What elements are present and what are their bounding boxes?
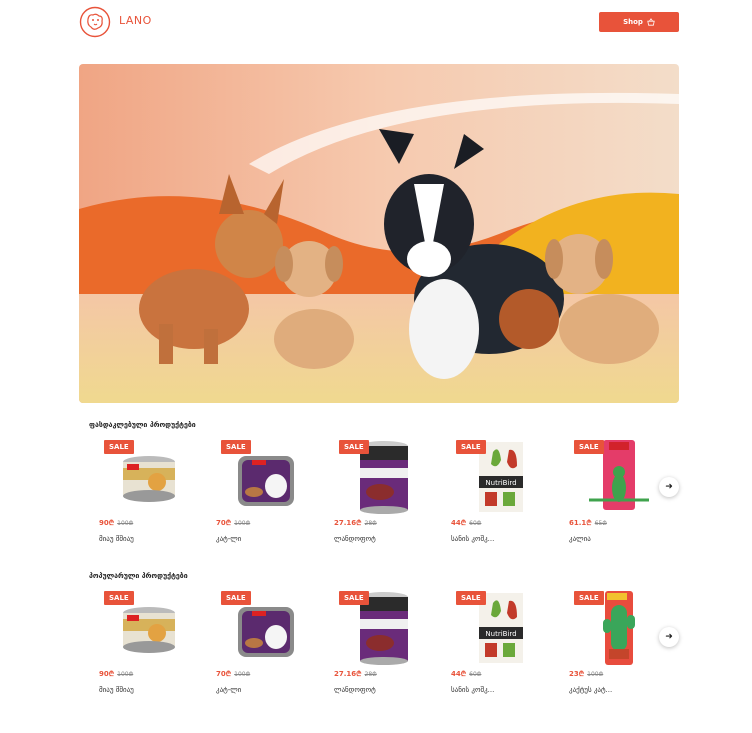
current-price: 27.16₾ xyxy=(334,519,362,527)
arrow-right-icon: ➜ xyxy=(665,632,673,642)
old-price: 65₾ xyxy=(594,520,607,527)
product-price: 61.1₾ 65₾ xyxy=(569,519,607,528)
current-price: 90₾ xyxy=(99,519,115,527)
sale-badge: SALE xyxy=(574,591,604,605)
old-price: 100₾ xyxy=(234,520,251,527)
product-card[interactable]: SALE 23₾ 100₾ კაქტუს კატ... xyxy=(569,591,669,701)
product-card[interactable]: SALE 61.1₾ 65₾ კალია xyxy=(569,440,669,550)
discounted-products-row: SALE 90₾ 100₾ მიაუ მშიაუ SALE 70₾ 100₾ კატ-ლი SA… xyxy=(0,440,752,560)
shop-button-label: Shop xyxy=(623,18,643,26)
arrow-right-icon: ➜ xyxy=(665,482,673,492)
sale-badge: SALE xyxy=(104,591,134,605)
hero-banner xyxy=(79,64,679,403)
hero-dogs-image xyxy=(79,64,679,403)
old-price: 100₾ xyxy=(587,671,604,678)
current-price: 70₾ xyxy=(216,670,232,678)
product-card[interactable]: SALE 90₾ 100₾ მიაუ მშიაუ xyxy=(99,591,199,701)
product-price: 44₾ 60₾ xyxy=(451,519,481,528)
product-price: 70₾ 100₾ xyxy=(216,519,250,528)
svg-text:NutriBird: NutriBird xyxy=(485,479,516,487)
carousel-next-button[interactable]: ➜ xyxy=(659,627,679,647)
sale-badge: SALE xyxy=(339,591,369,605)
section-title-popular: პოპულარული პროდუქტები xyxy=(89,572,188,580)
product-name[interactable]: კალია xyxy=(569,535,591,543)
current-price: 61.1₾ xyxy=(569,519,592,527)
sale-badge: SALE xyxy=(574,440,604,454)
current-price: 70₾ xyxy=(216,519,232,527)
section-title-discounted: ფასდაკლებული პროდუქტები xyxy=(89,421,196,429)
product-price: 27.16₾ 28₾ xyxy=(334,519,377,528)
product-name[interactable]: მიაუ მშიაუ xyxy=(99,686,134,694)
sale-badge: SALE xyxy=(221,591,251,605)
product-card[interactable]: SALE 27.16₾ 28₾ ლანდოფოტ xyxy=(334,440,434,550)
old-price: 28₾ xyxy=(364,520,377,527)
product-card[interactable]: SALE NutriBird 44₾ 60₾ სანის კოშკ... xyxy=(451,591,551,701)
product-name[interactable]: ლანდოფოტ xyxy=(334,686,376,694)
current-price: 44₾ xyxy=(451,670,467,678)
dog-logo-icon[interactable] xyxy=(79,6,111,38)
old-price: 100₾ xyxy=(117,520,134,527)
current-price: 90₾ xyxy=(99,670,115,678)
product-card[interactable]: SALE NutriBird 44₾ 60₾ სანის კოშკ... xyxy=(451,440,551,550)
product-name[interactable]: კატ-ლი xyxy=(216,686,241,694)
current-price: 27.16₾ xyxy=(334,670,362,678)
old-price: 100₾ xyxy=(117,671,134,678)
product-name[interactable]: კაქტუს კატ... xyxy=(569,686,612,694)
product-name[interactable]: სანის კოშკ... xyxy=(451,535,494,543)
product-price: 90₾ 100₾ xyxy=(99,519,133,528)
brand-name[interactable]: LANO xyxy=(119,14,152,27)
old-price: 100₾ xyxy=(234,671,251,678)
sale-badge: SALE xyxy=(221,440,251,454)
product-name[interactable]: მიაუ მშიაუ xyxy=(99,535,134,543)
product-price: 70₾ 100₾ xyxy=(216,670,250,679)
basket-icon xyxy=(647,18,655,26)
old-price: 60₾ xyxy=(469,671,482,678)
product-card[interactable]: SALE 70₾ 100₾ კატ-ლი xyxy=(216,440,316,550)
product-price: 23₾ 100₾ xyxy=(569,670,603,679)
sale-badge: SALE xyxy=(456,440,486,454)
product-card[interactable]: SALE 90₾ 100₾ მიაუ მშიაუ xyxy=(99,440,199,550)
old-price: 28₾ xyxy=(364,671,377,678)
product-price: 90₾ 100₾ xyxy=(99,670,133,679)
product-price: 27.16₾ 28₾ xyxy=(334,670,377,679)
svg-text:NutriBird: NutriBird xyxy=(485,630,516,638)
product-name[interactable]: სანის კოშკ... xyxy=(451,686,494,694)
site-header: LANO Shop xyxy=(0,0,752,50)
shop-button[interactable]: Shop xyxy=(599,12,679,32)
current-price: 44₾ xyxy=(451,519,467,527)
product-card[interactable]: SALE 27.16₾ 28₾ ლანდოფოტ xyxy=(334,591,434,701)
carousel-next-button[interactable]: ➜ xyxy=(659,477,679,497)
popular-products-row: SALE 90₾ 100₾ მიაუ მშიაუ SALE 70₾ 100₾ კატ-ლი SA… xyxy=(0,591,752,711)
sale-badge: SALE xyxy=(339,440,369,454)
product-price: 44₾ 60₾ xyxy=(451,670,481,679)
product-card[interactable]: SALE 70₾ 100₾ კატ-ლი xyxy=(216,591,316,701)
old-price: 60₾ xyxy=(469,520,482,527)
current-price: 23₾ xyxy=(569,670,585,678)
sale-badge: SALE xyxy=(456,591,486,605)
product-name[interactable]: ლანდოფოტ xyxy=(334,535,376,543)
product-name[interactable]: კატ-ლი xyxy=(216,535,241,543)
sale-badge: SALE xyxy=(104,440,134,454)
